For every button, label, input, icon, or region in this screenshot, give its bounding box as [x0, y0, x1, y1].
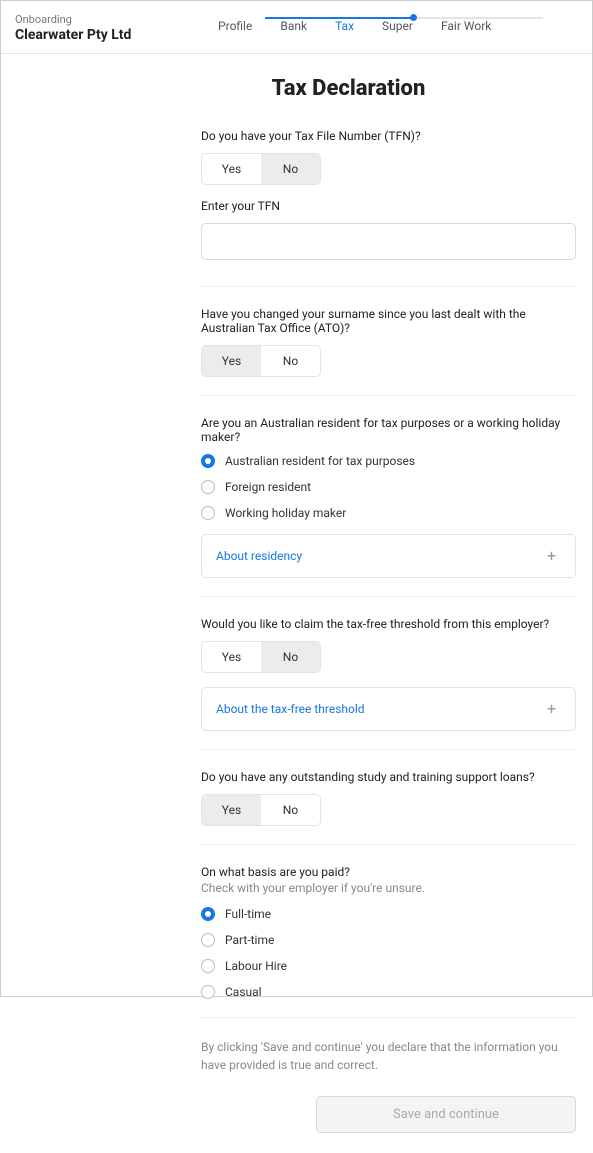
tfn-toggle: Yes No [201, 153, 321, 185]
radio-icon [201, 454, 215, 468]
radio-icon [201, 959, 215, 973]
threshold-expander[interactable]: About the tax-free threshold + [201, 687, 576, 731]
stepper: Profile Bank Tax Super Fair Work [204, 13, 505, 39]
residency-option-1[interactable]: Foreign resident [201, 480, 576, 494]
plus-icon: + [547, 549, 561, 563]
tfn-yes[interactable]: Yes [202, 154, 261, 184]
divider [201, 286, 576, 287]
residency-question: Are you an Australian resident for tax p… [201, 416, 576, 444]
company-name: Clearwater Pty Ltd [15, 27, 131, 43]
divider [201, 1017, 576, 1018]
threshold-yes[interactable]: Yes [202, 642, 261, 672]
radio-icon [201, 933, 215, 947]
radio-icon [201, 506, 215, 520]
residency-option-0[interactable]: Australian resident for tax purposes [201, 454, 576, 468]
tfn-input[interactable] [201, 223, 576, 260]
divider [201, 596, 576, 597]
save-and-continue-button[interactable]: Save and continue [316, 1096, 576, 1133]
tfn-input-label: Enter your TFN [201, 199, 576, 213]
basis-question: On what basis are you paid? [201, 865, 576, 879]
step-tax[interactable]: Tax [321, 13, 368, 39]
basis-option-1[interactable]: Part-time [201, 933, 576, 947]
step-super[interactable]: Super [368, 13, 427, 39]
radio-icon [201, 480, 215, 494]
residency-expander[interactable]: About residency + [201, 534, 576, 578]
radio-label: Labour Hire [225, 959, 287, 973]
threshold-toggle: Yes No [201, 641, 321, 673]
basis-sublabel: Check with your employer if you're unsur… [201, 881, 576, 895]
radio-label: Foreign resident [225, 480, 311, 494]
expander-label: About the tax-free threshold [216, 702, 365, 716]
plus-icon: + [547, 702, 561, 716]
step-bank[interactable]: Bank [266, 13, 321, 39]
surname-toggle: Yes No [201, 345, 321, 377]
loans-question: Do you have any outstanding study and tr… [201, 770, 576, 784]
threshold-no[interactable]: No [261, 642, 320, 672]
divider [201, 844, 576, 845]
loans-yes[interactable]: Yes [202, 795, 261, 825]
step-profile[interactable]: Profile [204, 13, 266, 39]
radio-label: Full-time [225, 907, 271, 921]
surname-yes[interactable]: Yes [202, 346, 261, 376]
threshold-question: Would you like to claim the tax-free thr… [201, 617, 576, 631]
basis-option-0[interactable]: Full-time [201, 907, 576, 921]
disclaimer-text: By clicking 'Save and continue' you decl… [201, 1038, 576, 1074]
surname-question: Have you changed your surname since you … [201, 307, 576, 335]
onboarding-label: Onboarding [15, 13, 131, 26]
divider [201, 749, 576, 750]
step-fairwork[interactable]: Fair Work [427, 13, 505, 39]
expander-label: About residency [216, 549, 302, 563]
basis-option-2[interactable]: Labour Hire [201, 959, 576, 973]
tfn-question: Do you have your Tax File Number (TFN)? [201, 129, 576, 143]
radio-label: Australian resident for tax purposes [225, 454, 415, 468]
divider [201, 395, 576, 396]
tfn-no[interactable]: No [261, 154, 320, 184]
surname-no[interactable]: No [261, 346, 320, 376]
loans-no[interactable]: No [261, 795, 320, 825]
loans-toggle: Yes No [201, 794, 321, 826]
page-title: Tax Declaration [121, 76, 576, 101]
residency-option-2[interactable]: Working holiday maker [201, 506, 576, 520]
radio-label: Working holiday maker [225, 506, 346, 520]
radio-icon [201, 907, 215, 921]
radio-label: Part-time [225, 933, 274, 947]
